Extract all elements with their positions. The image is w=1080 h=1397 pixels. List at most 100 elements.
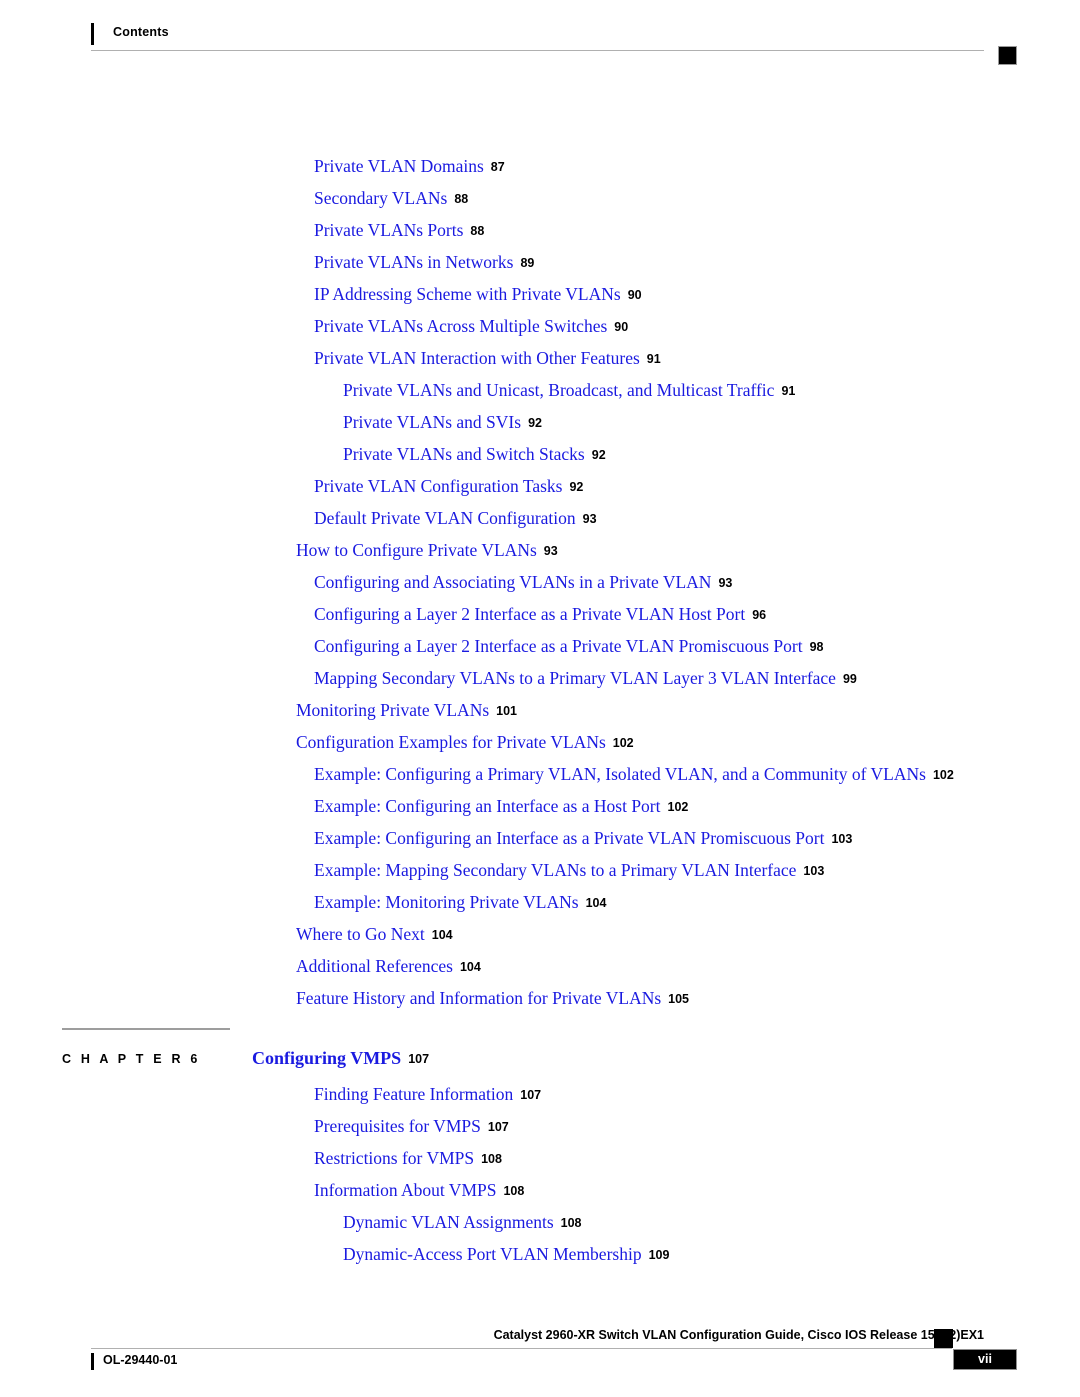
page-footer: Catalyst 2960-XR Switch VLAN Configurati… <box>0 1320 1080 1397</box>
toc-entry-page-number: 104 <box>585 896 607 910</box>
toc-entry-title: Where to Go Next <box>296 924 425 944</box>
toc-entry-title: Configuring and Associating VLANs in a P… <box>314 572 712 592</box>
toc-entry-title: Private VLANs Across Multiple Switches <box>314 316 608 336</box>
toc-entry[interactable]: Private VLAN Domains 87 <box>0 150 1080 182</box>
toc-entry-title: Example: Configuring an Interface as a H… <box>314 796 661 816</box>
toc-entry-page-number: 109 <box>648 1248 670 1262</box>
toc-entry-page-number: 91 <box>781 384 796 398</box>
toc-entry-title: Restrictions for VMPS <box>314 1148 475 1168</box>
toc-entry[interactable]: Private VLAN Interaction with Other Feat… <box>0 342 1080 374</box>
toc-entry[interactable]: Dynamic-Access Port VLAN Membership 109 <box>0 1238 1080 1270</box>
footer-black-square-marker-icon <box>934 1329 953 1348</box>
toc-entry[interactable]: Mapping Secondary VLANs to a Primary VLA… <box>0 662 1080 694</box>
chapter-title-entry[interactable]: Configuring VMPS 107 <box>252 1048 429 1069</box>
toc-entry[interactable]: Configuration Examples for Private VLANs… <box>0 726 1080 758</box>
toc-entry-page-number: 102 <box>612 736 634 750</box>
toc-entry[interactable]: Private VLANs and Unicast, Broadcast, an… <box>0 374 1080 406</box>
toc-entry-title: Prerequisites for VMPS <box>314 1116 481 1136</box>
toc-entry-title: Private VLAN Domains <box>314 156 484 176</box>
toc-entry[interactable]: Finding Feature Information 107 <box>0 1078 1080 1110</box>
toc-entry-title: Configuration Examples for Private VLANs <box>296 732 606 752</box>
toc-entry[interactable]: Restrictions for VMPS 108 <box>0 1142 1080 1174</box>
footer-page-number: vii <box>953 1349 1017 1370</box>
toc-entry-title: Private VLANs and Switch Stacks <box>343 444 585 464</box>
toc-entry[interactable]: Where to Go Next 104 <box>0 918 1080 950</box>
toc-entry-page-number: 105 <box>668 992 690 1006</box>
toc-entry-title: Configuring a Layer 2 Interface as a Pri… <box>314 636 803 656</box>
toc-entry-page-number: 98 <box>809 640 824 654</box>
toc-entry-page-number: 88 <box>454 192 469 206</box>
toc-entry[interactable]: Private VLANs and SVIs 92 <box>0 406 1080 438</box>
toc-entry-title: Example: Mapping Secondary VLANs to a Pr… <box>314 860 797 880</box>
toc-entry[interactable]: Configuring a Layer 2 Interface as a Pri… <box>0 630 1080 662</box>
toc-entry[interactable]: Private VLANs Ports 88 <box>0 214 1080 246</box>
toc-entry[interactable]: Configuring a Layer 2 Interface as a Pri… <box>0 598 1080 630</box>
toc-entry-title: Mapping Secondary VLANs to a Primary VLA… <box>314 668 836 688</box>
toc-entry[interactable]: How to Configure Private VLANs 93 <box>0 534 1080 566</box>
toc-entry[interactable]: Example: Configuring a Primary VLAN, Iso… <box>0 758 1080 790</box>
toc-entry[interactable]: Secondary VLANs 88 <box>0 182 1080 214</box>
toc-entry-page-number: 104 <box>431 928 453 942</box>
header-accent-bar <box>91 23 94 45</box>
page-header: Contents <box>0 0 1080 65</box>
toc-entry-title: IP Addressing Scheme with Private VLANs <box>314 284 621 304</box>
toc-entry-title: How to Configure Private VLANs <box>296 540 537 560</box>
toc-entry-title: Configuring a Layer 2 Interface as a Pri… <box>314 604 746 624</box>
toc-entry[interactable]: Feature History and Information for Priv… <box>0 982 1080 1014</box>
toc-entry-title: Private VLAN Configuration Tasks <box>314 476 563 496</box>
toc-entry[interactable]: Information About VMPS 108 <box>0 1174 1080 1206</box>
page-title: Contents <box>113 25 169 39</box>
toc-entry[interactable]: Private VLANs Across Multiple Switches 90 <box>0 310 1080 342</box>
toc-entry[interactable]: Default Private VLAN Configuration 93 <box>0 502 1080 534</box>
toc-entry-title: Additional References <box>296 956 453 976</box>
toc-entry-page-number: 87 <box>490 160 505 174</box>
toc-entry-page-number: 99 <box>842 672 857 686</box>
toc-entry-title: Private VLAN Interaction with Other Feat… <box>314 348 640 368</box>
toc-entry[interactable]: Example: Monitoring Private VLANs 104 <box>0 886 1080 918</box>
toc-entry-title: Private VLANs and SVIs <box>343 412 522 432</box>
footer-accent-bar <box>91 1353 94 1370</box>
toc-entry-title: Feature History and Information for Priv… <box>296 988 662 1008</box>
footer-document-id: OL-29440-01 <box>103 1353 178 1367</box>
toc-entry-page-number: 91 <box>646 352 661 366</box>
toc-entry[interactable]: Example: Mapping Secondary VLANs to a Pr… <box>0 854 1080 886</box>
toc-entry-page-number: 108 <box>481 1152 502 1166</box>
toc-entry[interactable]: Configuring and Associating VLANs in a P… <box>0 566 1080 598</box>
toc-entry-page-number: 108 <box>503 1184 525 1198</box>
toc-entry[interactable]: Prerequisites for VMPS 107 <box>0 1110 1080 1142</box>
toc-entry[interactable]: Dynamic VLAN Assignments 108 <box>0 1206 1080 1238</box>
toc-entry-page-number: 108 <box>560 1216 582 1230</box>
toc-entry-page-number: 102 <box>932 768 954 782</box>
header-divider <box>91 50 984 51</box>
toc-entry-page-number: 92 <box>569 480 584 494</box>
toc-entry-title: Monitoring Private VLANs <box>296 700 490 720</box>
toc-entry-title: Default Private VLAN Configuration <box>314 508 576 528</box>
toc-entry-title: Private VLANs and Unicast, Broadcast, an… <box>343 380 775 400</box>
table-of-contents-chapter6: Finding Feature Information 107 Prerequisi… <box>0 1078 1080 1270</box>
toc-entry-page-number: 102 <box>667 800 689 814</box>
toc-entry[interactable]: Private VLAN Configuration Tasks 92 <box>0 470 1080 502</box>
toc-entry[interactable]: Example: Configuring an Interface as a H… <box>0 790 1080 822</box>
toc-entry[interactable]: Additional References 104 <box>0 950 1080 982</box>
toc-entry-page-number: 107 <box>520 1088 542 1102</box>
footer-divider <box>91 1348 952 1349</box>
toc-entry-page-number: 93 <box>582 512 597 526</box>
table-of-contents: Private VLAN Domains 87 Secondary VLANs 88 P… <box>0 150 1080 1014</box>
toc-entry-title: Example: Monitoring Private VLANs <box>314 892 579 912</box>
toc-entry-page-number: 103 <box>803 864 825 878</box>
chapter-title-text: Configuring VMPS <box>252 1048 402 1068</box>
toc-entry-title: Private VLANs Ports <box>314 220 464 240</box>
toc-entry[interactable]: Monitoring Private VLANs 101 <box>0 694 1080 726</box>
toc-entry[interactable]: Example: Configuring an Interface as a P… <box>0 822 1080 854</box>
toc-entry-page-number: 93 <box>718 576 733 590</box>
footer-document-title: Catalyst 2960-XR Switch VLAN Configurati… <box>493 1328 984 1342</box>
toc-entry-page-number: 89 <box>520 256 535 270</box>
toc-entry[interactable]: Private VLANs and Switch Stacks 92 <box>0 438 1080 470</box>
toc-entry-page-number: 103 <box>831 832 853 846</box>
toc-entry[interactable]: IP Addressing Scheme with Private VLANs 9… <box>0 278 1080 310</box>
toc-entry-title: Example: Configuring an Interface as a P… <box>314 828 825 848</box>
toc-entry-page-number: 96 <box>752 608 767 622</box>
toc-entry-page-number: 90 <box>627 288 642 302</box>
chapter-divider <box>62 1028 230 1030</box>
toc-entry[interactable]: Private VLANs in Networks 89 <box>0 246 1080 278</box>
